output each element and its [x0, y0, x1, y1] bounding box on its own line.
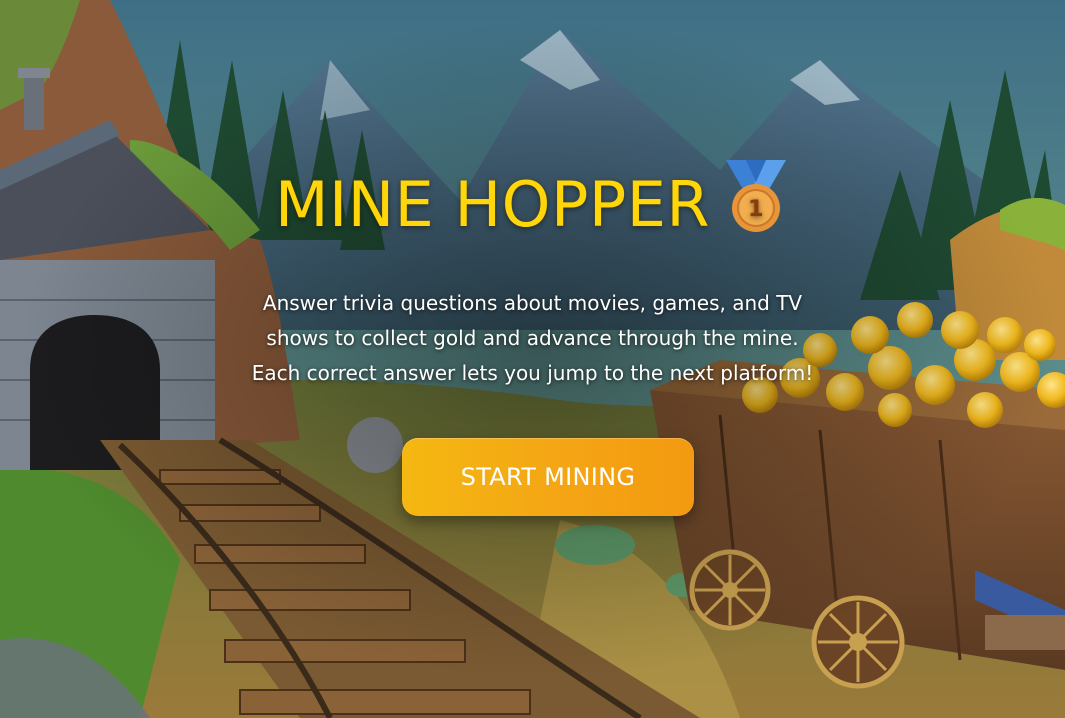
- description-line-1: Answer trivia questions about movies, ga…: [262, 291, 803, 315]
- game-title-text: MINE HOPPER: [275, 168, 710, 241]
- first-place-medal-icon: 1: [722, 158, 790, 249]
- game-title: MINE HOPPER 1: [0, 158, 1065, 249]
- game-description: Answer trivia questions about movies, ga…: [150, 286, 915, 391]
- description-line-2: shows to collect gold and advance throug…: [266, 326, 799, 350]
- description-line-3: Each correct answer lets you jump to the…: [251, 361, 814, 385]
- start-mining-button[interactable]: START MINING: [402, 438, 694, 516]
- medal-number: 1: [748, 197, 764, 222]
- game-start-screen: MINE HOPPER 1 Answer trivia questions ab…: [0, 0, 1065, 718]
